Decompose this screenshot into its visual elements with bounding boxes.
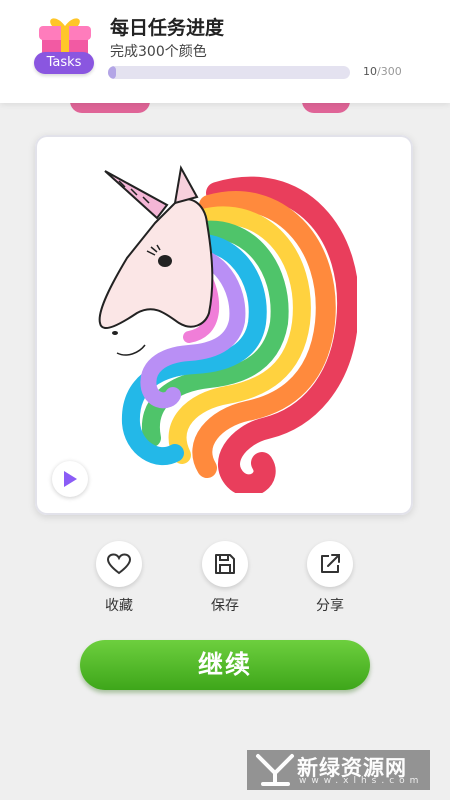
continue-button[interactable]: 继续 [80,640,370,690]
progress-current: 10 [363,65,377,78]
watermark-url: www.xlhs.com [299,776,424,786]
play-button[interactable] [52,461,88,497]
save-circle [202,541,248,587]
task-subtitle: 完成300个颜色 [110,44,207,60]
save-label: 保存 [211,598,239,614]
progress-count: 10/300 [363,65,402,78]
progress-fill [108,66,117,79]
progress-bar [108,66,350,79]
share-label: 分享 [316,598,344,614]
task-progress-header: Tasks 每日任务进度 完成300个颜色 10/300 [0,0,450,103]
tasks-button[interactable]: Tasks [32,14,98,80]
page-title: 每日任务进度 [110,17,225,39]
save-button[interactable]: 保存 [195,541,255,615]
share-button[interactable]: 分享 [300,541,360,615]
watermark: 新绿资源网 www.xlhs.com [247,750,430,790]
share-icon [321,554,340,573]
favorite-label: 收藏 [105,598,133,614]
progress-total: 300 [380,65,402,78]
play-icon [64,471,77,487]
unicorn-artwork [98,165,357,493]
favorite-button[interactable]: 收藏 [89,541,149,615]
watermark-logo-icon [256,754,294,786]
favorite-circle [96,541,142,587]
tasks-label: Tasks [34,52,94,74]
artwork-card[interactable] [35,135,413,515]
save-icon [215,554,235,574]
share-circle [307,541,353,587]
heart-icon [107,553,131,575]
